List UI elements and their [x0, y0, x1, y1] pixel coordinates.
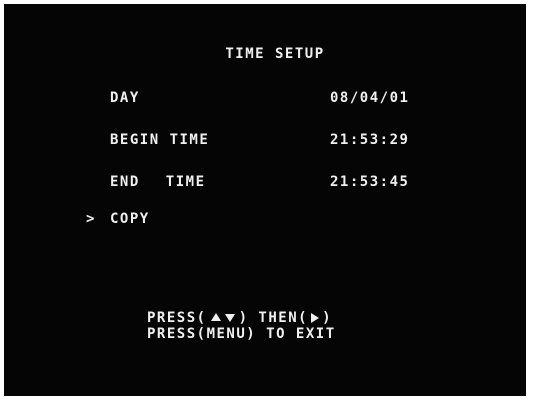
- instruction-line-1: PRESS( ) THEN(): [147, 310, 336, 326]
- down-arrow-icon: [224, 314, 235, 322]
- begin-time-value[interactable]: 21:53:29: [330, 132, 409, 148]
- instruction-then: ) THEN(: [238, 310, 309, 326]
- instruction-press-prefix: PRESS(: [147, 310, 207, 326]
- selection-cursor: >: [86, 211, 96, 227]
- navigation-instructions: PRESS( ) THEN() PRESS(MENU) TO EXIT: [147, 310, 336, 342]
- begin-time-label: BEGIN TIME: [110, 132, 210, 148]
- menu-title: TIME SETUP: [225, 46, 325, 62]
- day-value[interactable]: 08/04/01: [330, 90, 409, 106]
- end-time-label: END TIME: [110, 174, 206, 190]
- instruction-close-paren: ): [322, 310, 333, 326]
- instruction-line-2: PRESS(MENU) TO EXIT: [147, 326, 336, 342]
- up-arrow-icon: [210, 313, 221, 321]
- osd-screen: TIME SETUP DAY 08/04/01 BEGIN TIME 21:53…: [4, 4, 526, 396]
- day-label: DAY: [110, 90, 140, 106]
- end-time-label-part1: END: [110, 174, 140, 190]
- end-time-value[interactable]: 21:53:45: [330, 174, 409, 190]
- right-arrow-icon: [311, 312, 320, 323]
- copy-menu-item[interactable]: COPY: [110, 211, 150, 227]
- end-time-label-part2: TIME: [165, 174, 206, 190]
